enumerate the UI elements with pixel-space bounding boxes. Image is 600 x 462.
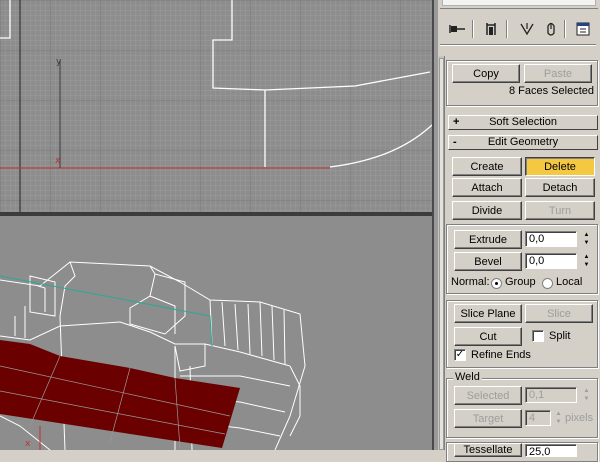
axis-x-label: x bbox=[55, 156, 61, 166]
weld-target-pixels-input[interactable]: 4 bbox=[525, 410, 551, 426]
extrude-button[interactable]: Extrude bbox=[454, 230, 522, 249]
normal-local-label: Local bbox=[556, 276, 583, 288]
modifier-stack-icon bbox=[486, 23, 496, 35]
soft-selection-rollout[interactable]: + Soft Selection bbox=[448, 115, 598, 130]
axis-y-label: y bbox=[56, 57, 62, 67]
pin-stack-button[interactable] bbox=[446, 18, 468, 40]
turn-button[interactable]: Turn bbox=[525, 201, 595, 220]
bevel-amount-input[interactable]: 0,0 bbox=[525, 253, 577, 269]
soft-selection-title: Soft Selection bbox=[489, 116, 557, 128]
selected-faces[interactable] bbox=[0, 340, 240, 448]
make-unique-button[interactable] bbox=[540, 18, 562, 40]
configure-sets-icon bbox=[576, 22, 590, 36]
edit-geometry-rollout[interactable]: - Edit Geometry bbox=[448, 135, 598, 150]
top-viewport-canvas[interactable]: y x bbox=[0, 0, 432, 212]
toolbar-separator bbox=[472, 20, 474, 38]
selection-gizmo-line bbox=[0, 275, 213, 347]
slice-button[interactable]: Slice bbox=[525, 304, 593, 323]
split-checkbox[interactable] bbox=[532, 330, 544, 342]
make-unique-icon bbox=[547, 22, 555, 36]
weld-threshold-spinner[interactable]: ▲ ▼ bbox=[582, 387, 591, 403]
attach-button[interactable]: Attach bbox=[452, 178, 522, 197]
panel-top-strip bbox=[440, 0, 598, 9]
extrude-spinner[interactable]: ▲ ▼ bbox=[582, 231, 591, 247]
top-viewport[interactable]: y x bbox=[0, 0, 432, 212]
extrude-amount-input[interactable]: 0,0 bbox=[525, 231, 577, 247]
weld-selected-button[interactable]: Selected bbox=[454, 386, 522, 405]
normal-label: Normal: bbox=[451, 276, 490, 288]
toolbar-separator bbox=[506, 20, 508, 38]
copy-button[interactable]: Copy bbox=[452, 64, 520, 83]
modifier-stack-toolbar bbox=[438, 14, 600, 44]
bevel-spinner[interactable]: ▲ ▼ bbox=[582, 253, 591, 269]
toolbar-separator bbox=[564, 20, 566, 38]
divide-button[interactable]: Divide bbox=[452, 201, 522, 220]
toolbar-divider bbox=[440, 44, 596, 46]
cut-button[interactable]: Cut bbox=[454, 327, 522, 346]
remove-modifier-icon bbox=[520, 23, 534, 36]
weld-threshold-input[interactable]: 0,1 bbox=[525, 387, 577, 403]
remove-modifier-button[interactable] bbox=[516, 18, 538, 40]
split-label: Split bbox=[549, 330, 571, 342]
perspective-viewport[interactable]: x bbox=[0, 216, 432, 450]
detach-button[interactable]: Detach bbox=[525, 178, 595, 197]
weld-group-label: Weld bbox=[453, 371, 482, 383]
perspective-canvas[interactable]: x bbox=[0, 216, 432, 450]
panel-scrollbar-thumb[interactable] bbox=[439, 58, 444, 450]
tessellate-button[interactable]: Tessellate bbox=[454, 443, 522, 457]
slice-plane-button[interactable]: Slice Plane bbox=[454, 304, 522, 323]
top-grid bbox=[0, 0, 432, 212]
create-button[interactable]: Create bbox=[452, 157, 522, 176]
normal-group-radio[interactable] bbox=[491, 278, 502, 289]
refine-ends-label: Refine Ends bbox=[471, 349, 531, 361]
edit-geometry-title: Edit Geometry bbox=[487, 136, 559, 148]
refine-ends-checkbox[interactable]: ✓ bbox=[454, 349, 466, 361]
panel-scrollbar[interactable] bbox=[438, 56, 445, 450]
command-panel: Copy Paste 8 Faces Selected + Soft Selec… bbox=[438, 0, 600, 462]
weld-target-button[interactable]: Target bbox=[454, 409, 522, 428]
pin-icon bbox=[449, 25, 465, 33]
weld-pixels-label: pixels bbox=[565, 412, 594, 424]
weld-target-spinner[interactable]: ▲ ▼ bbox=[554, 410, 563, 426]
selection-status: 8 Faces Selected bbox=[509, 85, 594, 97]
paste-button[interactable]: Paste bbox=[524, 64, 592, 83]
show-end-result-button[interactable] bbox=[480, 18, 502, 40]
normal-group-label: Group bbox=[505, 276, 536, 288]
normal-local-radio[interactable] bbox=[542, 278, 553, 289]
bevel-button[interactable]: Bevel bbox=[454, 252, 522, 271]
viewport-edge-line bbox=[432, 0, 434, 450]
delete-button[interactable]: Delete bbox=[525, 157, 595, 176]
tessellate-amount-input[interactable]: 25,0 bbox=[525, 444, 577, 457]
perspective-axis-label: x bbox=[25, 439, 31, 449]
configure-sets-button[interactable] bbox=[572, 18, 594, 40]
